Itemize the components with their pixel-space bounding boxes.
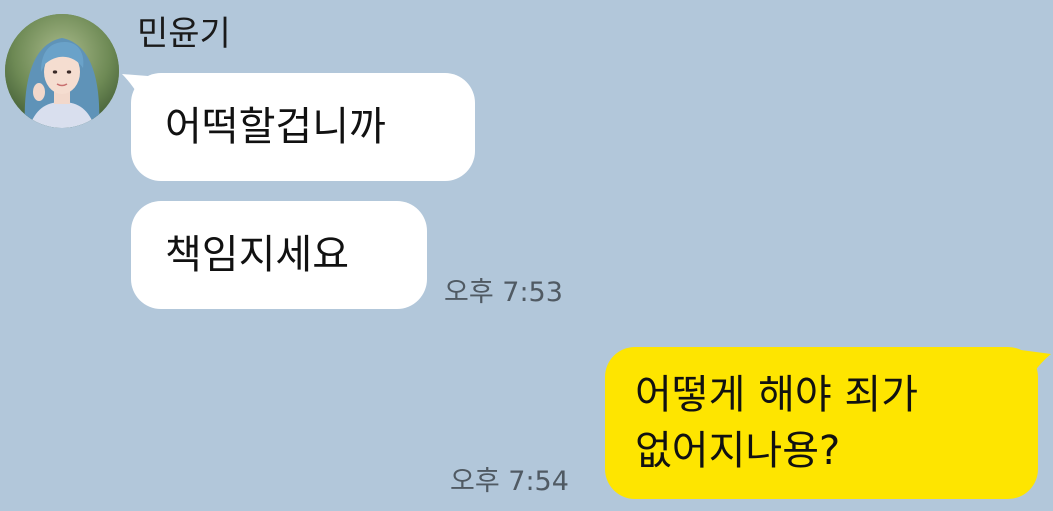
message-text: 어떡할겁니까 xyxy=(165,104,386,150)
incoming-message-bubble[interactable]: 어떡할겁니까 xyxy=(131,73,475,181)
profile-photo-icon xyxy=(5,14,119,128)
sender-name: 민윤기 xyxy=(137,14,231,54)
message-text-line: 어떻게 해야 죄가 xyxy=(635,372,919,418)
outgoing-bubble-tail xyxy=(1021,350,1051,376)
message-text-line: 없어지나용? xyxy=(635,428,841,474)
outgoing-message-bubble[interactable]: 어떻게 해야 죄가 없어지나용? xyxy=(605,347,1038,499)
message-timestamp: 오후 7:54 xyxy=(450,466,569,497)
contact-avatar[interactable] xyxy=(5,14,119,128)
message-timestamp: 오후 7:53 xyxy=(444,277,563,308)
incoming-message-bubble[interactable]: 책임지세요 xyxy=(131,201,427,309)
message-text: 책임지세요 xyxy=(165,232,349,278)
